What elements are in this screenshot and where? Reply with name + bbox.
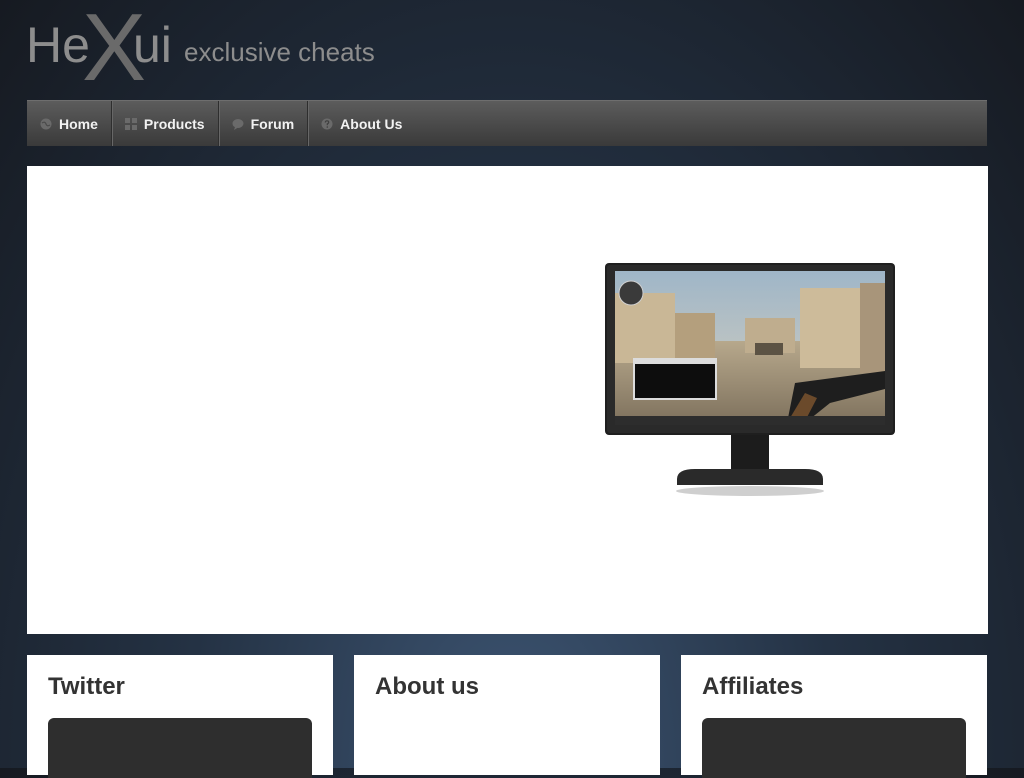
twitter-panel: Twitter xyxy=(27,655,333,778)
nav-products[interactable]: Products xyxy=(112,101,219,146)
nav-home-label: Home xyxy=(59,115,98,132)
site-logo[interactable]: He X ui exclusive cheats xyxy=(26,0,386,100)
globe-icon xyxy=(40,118,52,129)
hero-banner xyxy=(27,166,988,634)
question-icon xyxy=(321,118,333,129)
about-panel-title: About us xyxy=(375,673,479,700)
affiliates-embed[interactable] xyxy=(702,718,966,778)
nav-home[interactable]: Home xyxy=(27,101,112,146)
logo-tagline: exclusive cheats xyxy=(184,37,375,67)
logo-graphic: He X ui exclusive cheats xyxy=(26,0,375,100)
nav-forum-label: Forum xyxy=(250,115,295,132)
twitter-feed-embed[interactable] xyxy=(48,718,312,778)
logo-ui: ui xyxy=(133,17,172,73)
chat-bubble-icon xyxy=(232,118,244,130)
affiliates-panel-title: Affiliates xyxy=(702,673,804,700)
grid-icon xyxy=(124,117,137,130)
nav-about-us-label: About Us xyxy=(340,115,403,132)
about-panel: About us xyxy=(354,655,660,775)
nav-about-us[interactable]: About Us xyxy=(308,101,415,146)
nav-forum[interactable]: Forum xyxy=(219,101,309,146)
logo-he: He xyxy=(26,17,90,73)
monitor-graphic xyxy=(605,263,895,496)
affiliates-panel: Affiliates xyxy=(681,655,987,778)
nav-products-label: Products xyxy=(143,115,205,132)
main-navbar: Home Products Forum About Us xyxy=(27,100,987,146)
monitor-image xyxy=(605,263,897,503)
twitter-panel-title: Twitter xyxy=(48,673,125,700)
